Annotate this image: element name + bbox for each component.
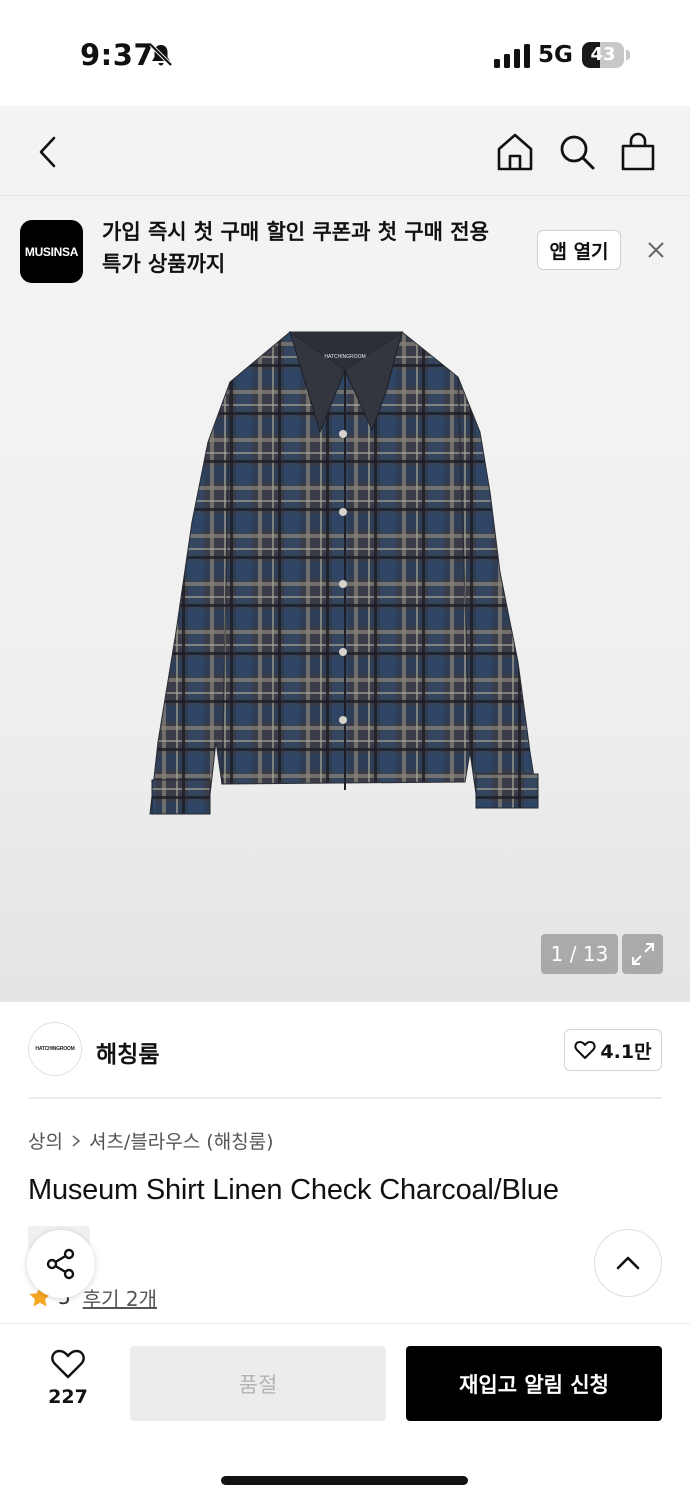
musinsa-logo: MUSINSA [20, 220, 83, 283]
scroll-top-button[interactable] [594, 1229, 662, 1297]
chevron-up-icon [616, 1256, 640, 1270]
banner-close-button[interactable] [640, 234, 672, 266]
image-counter: 1 / 13 [541, 934, 618, 974]
cart-button[interactable] [616, 130, 660, 174]
home-button[interactable] [493, 130, 537, 174]
status-time: 9:37 [80, 38, 155, 72]
restock-alert-button[interactable]: 재입고 알림 신청 [406, 1346, 662, 1421]
brand-row[interactable]: HATCHINGROOM 해칭룸 4.1만 [28, 1022, 662, 1078]
close-icon [648, 242, 664, 258]
expand-image-button[interactable] [622, 934, 663, 974]
breadcrumb-item-shirts[interactable]: 셔츠/블라우스 (해칭룸) [89, 1127, 274, 1154]
heart-icon [574, 1041, 596, 1059]
reviews-link[interactable]: 후기 2개 [83, 1283, 157, 1312]
search-button[interactable] [555, 130, 599, 174]
wishlist-count: 227 [48, 1386, 88, 1408]
network-label: 5G [538, 42, 573, 68]
breadcrumb: 상의 셔츠/블라우스 (해칭룸) [28, 1127, 274, 1154]
home-indicator [221, 1476, 468, 1485]
soldout-button: 품절 [130, 1346, 386, 1421]
share-icon [46, 1248, 75, 1280]
product-image: HATCHINGROOM [149, 330, 539, 815]
banner-message: 가입 즉시 첫 구매 할인 쿠폰과 첫 구매 전용 특가 상품까지 [102, 220, 489, 276]
brand-name[interactable]: 해칭룸 [96, 1035, 159, 1069]
battery-level: 43 [590, 44, 616, 65]
divider [28, 1097, 662, 1099]
shopping-bag-icon [621, 132, 655, 171]
search-icon [560, 135, 595, 170]
app-install-banner: MUSINSA 가입 즉시 첫 구매 할인 쿠폰과 첫 구매 전용 특가 상품까… [0, 196, 690, 306]
home-icon [497, 133, 533, 171]
bottom-action-bar: 227 품절 재입고 알림 신청 [0, 1323, 690, 1500]
expand-icon [631, 943, 654, 965]
signal-icon [494, 44, 530, 68]
brand-like-count: 4.1만 [600, 1040, 652, 1063]
status-bar: 9:37 5G 43 [0, 0, 690, 106]
product-title: Museum Shirt Linen Check Charcoal/Blue [28, 1174, 559, 1206]
open-app-button[interactable]: 앱 열기 [537, 230, 621, 270]
heart-icon [51, 1349, 85, 1379]
share-button[interactable] [27, 1230, 95, 1298]
chevron-left-icon [39, 136, 56, 168]
brand-like-button[interactable]: 4.1만 [564, 1029, 662, 1071]
product-image-gallery[interactable]: HATCHINGROOM 1 / 13 [0, 306, 690, 1002]
breadcrumb-item-tops[interactable]: 상의 [28, 1127, 63, 1154]
top-nav [0, 106, 690, 196]
brand-avatar[interactable]: HATCHINGROOM [28, 1022, 82, 1076]
wishlist-button[interactable]: 227 [30, 1348, 106, 1418]
bell-muted-icon [149, 43, 173, 67]
back-button[interactable] [26, 130, 70, 174]
chevron-right-icon [72, 1134, 81, 1147]
battery-icon: 43 [582, 42, 630, 68]
shirt-label-text: HATCHINGROOM [324, 354, 365, 360]
